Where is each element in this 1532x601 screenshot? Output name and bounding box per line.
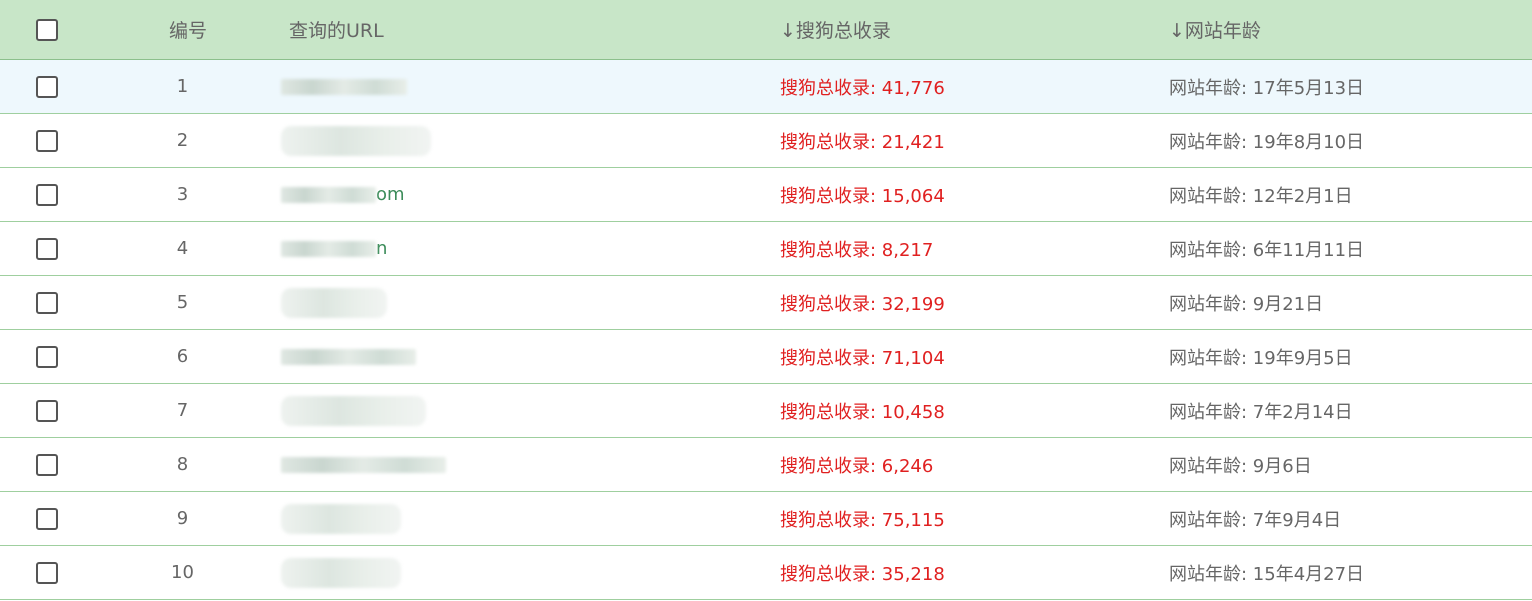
row-checkbox-cell [36,438,58,491]
row-age: 网站年龄: 9月6日 [1169,455,1312,477]
row-checkbox-cell [36,330,58,383]
blurred-url [281,125,431,156]
row-num: 1 [176,76,189,97]
sort-sogou-header[interactable]: ↓搜狗总收录 [780,0,891,59]
row-age: 网站年龄: 6年11月11日 [1169,239,1365,261]
row-sogou: 搜狗总收录: 71,104 [780,347,945,369]
header-url: 查询的URL [289,20,384,42]
table-row: 9 搜狗总收录: 75,115 网站年龄: 7年9月4日 [0,492,1532,546]
row-url[interactable] [281,546,401,599]
table-row: 2 搜狗总收录: 21,421 网站年龄: 19年8月10日 [0,114,1532,168]
row-age: 网站年龄: 19年9月5日 [1169,347,1353,369]
row-num: 2 [176,130,189,151]
row-url[interactable] [281,330,416,383]
row-url[interactable] [281,60,407,113]
row-num: 5 [176,292,189,313]
blurred-url [281,287,387,318]
row-url[interactable] [281,114,431,167]
row-num: 9 [176,508,189,529]
row-num: 6 [176,346,189,367]
blurred-url [281,452,446,478]
blurred-url [281,74,407,100]
blurred-url [281,344,416,370]
table-row: 5 搜狗总收录: 32,199 网站年龄: 9月21日 [0,276,1532,330]
row-checkbox-cell [36,276,58,329]
row-num: 3 [176,184,189,205]
row-checkbox[interactable] [36,75,58,98]
results-table: 编号 查询的URL ↓搜狗总收录 ↓网站年龄 1 搜狗总收录: 41,776 网… [0,0,1532,601]
row-url[interactable] [281,438,446,491]
row-num: 10 [171,562,194,583]
select-all-checkbox[interactable] [36,18,58,41]
row-sogou: 搜狗总收录: 15,064 [780,185,945,207]
row-age: 网站年龄: 7年2月14日 [1169,401,1353,423]
row-checkbox[interactable] [36,561,58,584]
row-checkbox-cell [36,492,58,545]
header-num: 编号 [168,20,207,42]
table-row: 3 om 搜狗总收录: 15,064 网站年龄: 12年2月1日 [0,168,1532,222]
row-checkbox-cell [36,168,58,221]
row-url[interactable] [281,276,387,329]
row-sogou: 搜狗总收录: 6,246 [780,455,934,477]
row-num: 7 [176,400,189,421]
row-checkbox-cell [36,546,58,599]
select-all-cell [36,0,58,59]
row-checkbox[interactable] [36,183,58,206]
row-url[interactable] [281,384,426,437]
row-checkbox-cell [36,114,58,167]
blurred-url [281,503,401,534]
row-sogou: 搜狗总收录: 10,458 [780,401,945,423]
row-checkbox-cell [36,384,58,437]
row-num: 4 [176,238,189,259]
row-sogou: 搜狗总收录: 41,776 [780,77,945,99]
row-age: 网站年龄: 9月21日 [1169,293,1324,315]
row-checkbox[interactable] [36,453,58,476]
row-age: 网站年龄: 19年8月10日 [1169,131,1365,153]
row-checkbox-cell [36,222,58,275]
row-sogou: 搜狗总收录: 32,199 [780,293,945,315]
blurred-url: om [281,182,405,208]
row-num: 8 [176,454,189,475]
table-row: 7 搜狗总收录: 10,458 网站年龄: 7年2月14日 [0,384,1532,438]
sort-age-header[interactable]: ↓网站年龄 [1169,0,1261,59]
row-checkbox[interactable] [36,237,58,260]
table-row: 6 搜狗总收录: 71,104 网站年龄: 19年9月5日 [0,330,1532,384]
blurred-url [281,557,401,588]
row-sogou: 搜狗总收录: 35,218 [780,563,945,585]
row-checkbox[interactable] [36,291,58,314]
row-age: 网站年龄: 7年9月4日 [1169,509,1342,531]
row-checkbox[interactable] [36,129,58,152]
row-url[interactable] [281,492,401,545]
row-age: 网站年龄: 17年5月13日 [1169,77,1365,99]
row-url[interactable]: n [281,222,387,275]
row-sogou: 搜狗总收录: 8,217 [780,239,934,261]
row-url[interactable]: om [281,168,405,221]
row-age: 网站年龄: 15年4月27日 [1169,563,1365,585]
blurred-url [281,395,426,426]
row-age: 网站年龄: 12年2月1日 [1169,185,1353,207]
row-sogou: 搜狗总收录: 75,115 [780,509,945,531]
blurred-url: n [281,236,387,262]
table-row: 4 n 搜狗总收录: 8,217 网站年龄: 6年11月11日 [0,222,1532,276]
row-checkbox[interactable] [36,507,58,530]
table-header: 编号 查询的URL ↓搜狗总收录 ↓网站年龄 [0,0,1532,60]
table-row: 8 搜狗总收录: 6,246 网站年龄: 9月6日 [0,438,1532,492]
row-checkbox[interactable] [36,399,58,422]
table-row: 1 搜狗总收录: 41,776 网站年龄: 17年5月13日 [0,60,1532,114]
row-checkbox[interactable] [36,345,58,368]
table-row: 10 搜狗总收录: 35,218 网站年龄: 15年4月27日 [0,546,1532,600]
row-sogou: 搜狗总收录: 21,421 [780,131,945,153]
row-checkbox-cell [36,60,58,113]
